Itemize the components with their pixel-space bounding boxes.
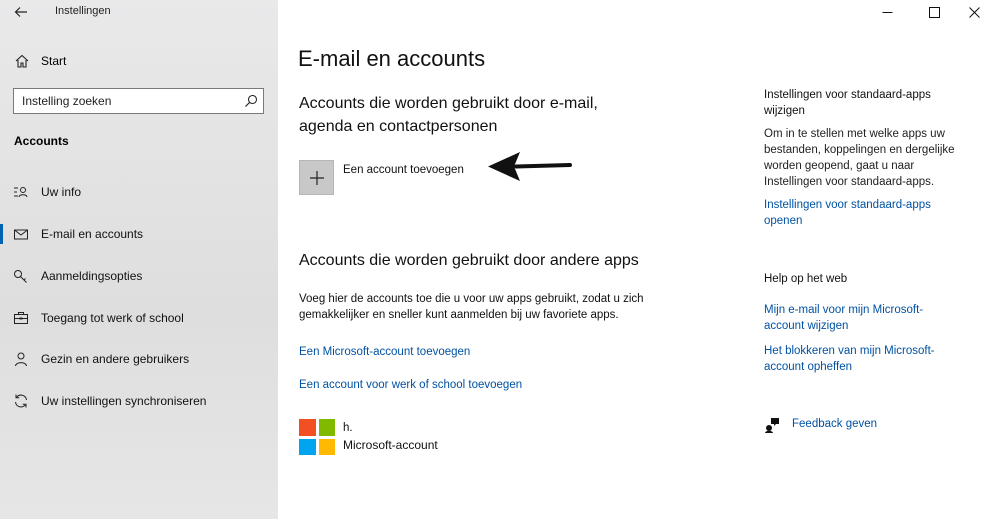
section-apps-description-line1: Voeg hier de accounts toe die u voor uw …: [299, 293, 644, 305]
section-email-heading-line2: agenda en contactpersonen: [299, 118, 498, 135]
sidebar-item-label: Uw info: [41, 185, 82, 199]
add-microsoft-account-link[interactable]: Een Microsoft-account toevoegen: [299, 346, 470, 358]
home-label: Start: [41, 54, 67, 68]
maximize-icon: [928, 6, 940, 18]
help-link-change-email[interactable]: Mijn e-mail voor mijn Microsoft- account…: [764, 302, 964, 334]
open-default-apps-link-line2: openen: [764, 215, 803, 227]
help-link-unblock-account[interactable]: Het blokkeren van mijn Microsoft- accoun…: [764, 343, 964, 375]
search-icon[interactable]: [243, 93, 259, 109]
sidebar-item-uw-info[interactable]: Uw info: [0, 178, 278, 206]
close-button[interactable]: [951, 0, 990, 24]
plus-icon: [309, 170, 324, 185]
sidebar: Instellingen Start Instelling zoeken Acc…: [0, 0, 278, 519]
sidebar-item-label: Uw instellingen synchroniseren: [41, 394, 207, 408]
sidebar-item-label: E-mail en accounts: [41, 227, 144, 241]
section-email-heading-line1: Accounts die worden gebruikt door e-mail…: [299, 95, 598, 112]
sidebar-item-home[interactable]: Start: [0, 48, 278, 74]
add-account-label[interactable]: Een account toevoegen: [343, 164, 464, 176]
default-apps-text-line: bestanden, koppelingen en dergelijke: [764, 144, 955, 156]
feedback-link[interactable]: Feedback geven: [792, 418, 877, 430]
title-bar: Instellingen: [0, 0, 278, 26]
microsoft-logo-icon: [299, 419, 335, 455]
sidebar-item-gezin[interactable]: Gezin en andere gebruikers: [0, 345, 278, 373]
default-apps-heading-line2: wijzigen: [764, 105, 805, 117]
sidebar-item-synchroniseren[interactable]: Uw instellingen synchroniseren: [0, 387, 278, 415]
annotation-arrow-icon: [488, 152, 572, 181]
minimize-icon: [882, 11, 892, 13]
add-account-button[interactable]: [299, 160, 334, 195]
default-apps-text: Om in te stellen met welke apps uw besta…: [764, 126, 964, 190]
sidebar-item-label: Gezin en andere gebruikers: [41, 352, 190, 366]
minimize-button[interactable]: [864, 0, 910, 24]
section-apps-heading: Accounts die worden gebruikt door andere…: [299, 252, 639, 269]
person-info-icon: [14, 187, 28, 198]
app-title: Instellingen: [55, 5, 111, 17]
default-apps-heading-line1: Instellingen voor standaard-apps: [764, 89, 931, 101]
section-email-heading: Accounts die worden gebruikt door e-mail…: [299, 92, 719, 138]
mail-icon: [14, 229, 28, 240]
sidebar-item-label: Aanmeldingsopties: [41, 269, 143, 283]
people-icon: [15, 352, 27, 367]
default-apps-heading: Instellingen voor standaard-apps wijzige…: [764, 87, 964, 119]
sidebar-item-label: Toegang tot werk of school: [41, 311, 184, 325]
default-apps-text-line: worden geopend, gaat u naar: [764, 160, 915, 172]
close-icon: [968, 6, 980, 18]
open-default-apps-link[interactable]: Instellingen voor standaard-apps openen: [764, 197, 964, 229]
help-link-change-email-line2: account wijzigen: [764, 320, 849, 332]
help-link-unblock-account-line2: account opheffen: [764, 361, 853, 373]
help-link-unblock-account-line1: Het blokkeren van mijn Microsoft-: [764, 345, 935, 357]
home-icon: [15, 54, 29, 68]
sync-icon: [15, 394, 27, 408]
key-icon: [14, 270, 27, 283]
page-title: E-mail en accounts: [298, 46, 486, 71]
add-work-school-account-link[interactable]: Een account voor werk of school toevoege…: [299, 379, 522, 391]
sidebar-section-title: Accounts: [14, 134, 69, 148]
default-apps-text-line: Instellingen voor standaard-apps.: [764, 176, 935, 188]
search-input[interactable]: Instelling zoeken: [13, 88, 264, 114]
feedback-icon: [765, 418, 779, 433]
briefcase-icon: [14, 312, 28, 324]
search-placeholder: Instelling zoeken: [22, 94, 112, 108]
back-arrow-icon: [14, 7, 27, 17]
section-apps-description-line2: gemakkelijker en sneller kunt aanmelden …: [299, 309, 619, 321]
default-apps-text-line: Om in te stellen met welke apps uw: [764, 128, 945, 140]
help-link-change-email-line1: Mijn e-mail voor mijn Microsoft-: [764, 304, 924, 316]
open-default-apps-link-line1: Instellingen voor standaard-apps: [764, 199, 931, 211]
sidebar-item-werk-school[interactable]: Toegang tot werk of school: [0, 304, 278, 332]
account-name[interactable]: h.: [343, 422, 353, 434]
sidebar-item-aanmeldingsopties[interactable]: Aanmeldingsopties: [0, 262, 278, 290]
section-apps-description: Voeg hier de accounts toe die u voor uw …: [299, 291, 699, 323]
help-heading: Help op het web: [764, 273, 848, 285]
sidebar-item-email-accounts[interactable]: E-mail en accounts: [0, 220, 278, 248]
back-button[interactable]: [12, 3, 30, 21]
account-type: Microsoft-account: [343, 438, 438, 452]
